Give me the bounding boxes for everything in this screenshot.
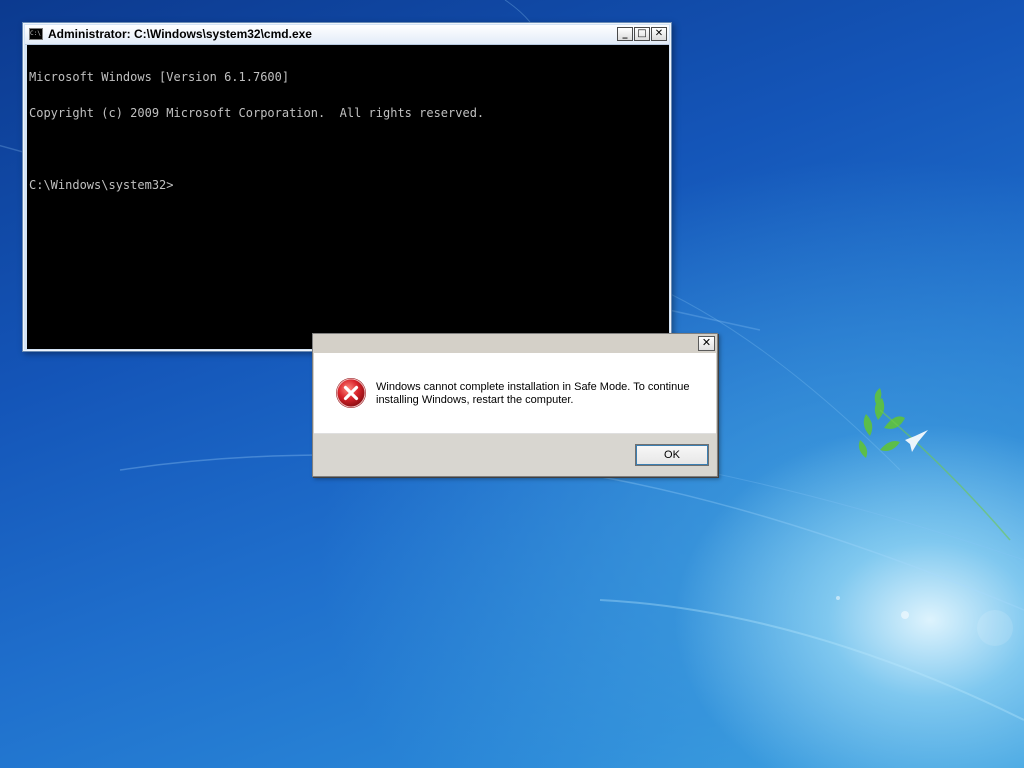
ok-button[interactable]: OK (635, 444, 709, 466)
desktop: C:\ Administrator: C:\Windows\system32\c… (0, 0, 1024, 768)
dialog-message: Windows cannot complete installation in … (376, 381, 690, 406)
cmd-window[interactable]: C:\ Administrator: C:\Windows\system32\c… (22, 22, 672, 352)
bird-icon (905, 430, 928, 452)
error-icon (336, 378, 366, 408)
dialog-close-button[interactable]: ✕ (698, 336, 715, 351)
dialog-footer: OK (314, 433, 716, 476)
close-icon: ✕ (701, 337, 712, 349)
cmd-window-title: Administrator: C:\Windows\system32\cmd.e… (48, 27, 312, 41)
dialog-body: Windows cannot complete installation in … (314, 353, 716, 433)
maximize-button[interactable]: □ (634, 27, 650, 41)
console-line-version: Microsoft Windows [Version 6.1.7600] (29, 70, 290, 84)
cmd-titlebar[interactable]: C:\ Administrator: C:\Windows\system32\c… (25, 25, 669, 45)
close-icon: ✕ (654, 28, 664, 39)
maximize-icon: □ (637, 28, 647, 39)
minimize-button[interactable]: _ (617, 27, 633, 41)
leaf-icon (858, 388, 1011, 541)
console-output[interactable]: Microsoft Windows [Version 6.1.7600] Cop… (27, 45, 669, 349)
console-prompt[interactable]: C:\Windows\system32> (29, 179, 667, 191)
cmd-icon[interactable]: C:\ (29, 28, 43, 40)
minimize-icon: _ (622, 28, 628, 39)
console-line-copyright: Copyright (c) 2009 Microsoft Corporation… (29, 106, 485, 120)
close-button[interactable]: ✕ (651, 27, 667, 41)
error-dialog[interactable]: ✕ Windows cannot complete installation i… (312, 333, 718, 477)
